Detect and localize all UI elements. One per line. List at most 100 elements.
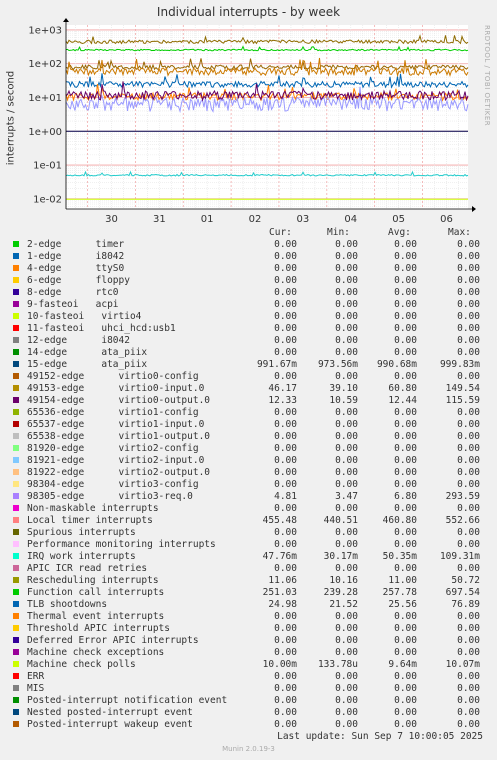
legend-min: 0.00	[335, 419, 358, 430]
legend-row: 9-fasteoi acpi 0.00 0.00 0.00 0.00	[0, 299, 497, 311]
legend-swatch	[13, 541, 19, 547]
legend-row: Function call interrupts 251.03 239.28 257.…	[0, 587, 497, 599]
legend-min: 0.00	[335, 431, 358, 442]
legend-avg: 9.64m	[388, 659, 417, 670]
legend-min: 0.00	[335, 539, 358, 550]
legend-swatch	[13, 265, 19, 271]
legend-cur: 47.76m	[262, 551, 297, 562]
legend-cur: 0.00	[274, 419, 297, 430]
legend-min: 0.00	[335, 311, 358, 322]
legend-name: 4-edge ttyS0	[27, 263, 125, 274]
legend-name: Posted-interrupt wakeup event	[27, 719, 193, 730]
legend-min: 10.16	[329, 575, 358, 586]
legend-avg: 990.68m	[376, 359, 417, 370]
legend-swatch	[13, 649, 19, 655]
legend-max: 0.00	[457, 539, 480, 550]
legend-avg: 0.00	[394, 443, 417, 454]
legend-swatch	[13, 253, 19, 259]
legend-name: Posted-interrupt notification event	[27, 695, 228, 706]
legend-cur: 0.00	[274, 707, 297, 718]
legend-max: 149.54	[445, 383, 480, 394]
legend-avg: 0.00	[394, 563, 417, 574]
legend-max: 76.89	[451, 599, 480, 610]
legend-avg: 0.00	[394, 647, 417, 658]
legend-min: 133.78u	[317, 659, 358, 670]
legend-cur: 0.00	[274, 503, 297, 514]
legend-swatch	[13, 361, 19, 367]
legend-name: Spurious interrupts	[27, 527, 136, 538]
legend-swatch	[13, 685, 19, 691]
legend-min: 0.00	[335, 707, 358, 718]
legend-max: 0.00	[457, 323, 480, 334]
legend-name: 8-edge rtc0	[27, 287, 119, 298]
legend-max: 0.00	[457, 419, 480, 430]
legend-min: 0.00	[335, 299, 358, 310]
legend-cur: 0.00	[274, 371, 297, 382]
legend-swatch	[13, 433, 19, 439]
legend-row: Machine check exceptions 0.00 0.00 0.00 0.00	[0, 647, 497, 659]
legend-row: APIC ICR read retries 0.00 0.00 0.00 0.00	[0, 563, 497, 575]
legend-swatch	[13, 301, 19, 307]
legend-row: Rescheduling interrupts 11.06 10.16 11.00 50…	[0, 575, 497, 587]
legend-min: 0.00	[335, 623, 358, 634]
legend-swatch	[13, 673, 19, 679]
legend-row: 81922-edge virtio2-output.0 0.00 0.00 0.00 0…	[0, 467, 497, 479]
legend-name: 49154-edge virtio0-output.0	[27, 395, 211, 406]
header-avg: Avg:	[388, 227, 411, 238]
legend-max: 0.00	[457, 299, 480, 310]
legend-max: 0.00	[457, 623, 480, 634]
legend-row: 6-edge floppy 0.00 0.00 0.00 0.00	[0, 275, 497, 287]
legend-avg: 460.80	[382, 515, 417, 526]
legend-swatch	[13, 409, 19, 415]
legend-row: 49154-edge virtio0-output.0 12.33 10.59 12.…	[0, 395, 497, 407]
legend-cur: 0.00	[274, 275, 297, 286]
legend-row: 11-fasteoi uhci_hcd:usb1 0.00 0.00 0.00 0.00	[0, 323, 497, 335]
legend-min: 440.51	[323, 515, 358, 526]
legend-cur: 0.00	[274, 407, 297, 418]
legend-avg: 60.80	[388, 383, 417, 394]
legend-cur: 4.81	[274, 491, 297, 502]
legend-min: 0.00	[335, 611, 358, 622]
legend-cur: 0.00	[274, 455, 297, 466]
legend-cur: 991.67m	[256, 359, 297, 370]
legend-row: Posted-interrupt notification event 0.00 0…	[0, 695, 497, 707]
legend-min: 0.00	[335, 263, 358, 274]
legend-swatch	[13, 469, 19, 475]
legend-name: Performance monitoring interrupts	[27, 539, 216, 550]
legend-cur: 0.00	[274, 683, 297, 694]
y-tick-label: 1e-02	[33, 194, 62, 205]
legend-swatch	[13, 445, 19, 451]
legend-max: 115.59	[445, 395, 480, 406]
legend-min: 0.00	[335, 251, 358, 262]
legend-name: Threshold APIC interrupts	[27, 623, 170, 634]
legend-name: 12-edge i8042	[27, 335, 130, 346]
legend-swatch	[13, 505, 19, 511]
y-axis-arrow	[63, 18, 69, 22]
legend-avg: 0.00	[394, 263, 417, 274]
legend-min: 0.00	[335, 563, 358, 574]
legend-swatch	[13, 313, 19, 319]
legend-swatch	[13, 481, 19, 487]
legend-cur: 0.00	[274, 479, 297, 490]
legend-min: 0.00	[335, 683, 358, 694]
legend-name: 81920-edge virtio2-config	[27, 443, 199, 454]
legend-swatch	[13, 493, 19, 499]
legend-cur: 0.00	[274, 287, 297, 298]
legend-swatch	[13, 373, 19, 379]
legend-avg: 0.00	[394, 623, 417, 634]
legend-avg: 0.00	[394, 503, 417, 514]
y-tick-label: 1e+03	[28, 25, 62, 36]
legend-min: 0.00	[335, 695, 358, 706]
legend-swatch	[13, 385, 19, 391]
legend-cur: 0.00	[274, 251, 297, 262]
legend-row: Nested posted-interrupt event 0.00 0.00 0.0…	[0, 707, 497, 719]
legend-name: 15-edge ata_piix	[27, 359, 148, 370]
last-update: Last update: Sun Sep 7 10:00:05 2025	[277, 731, 483, 742]
legend-swatch	[13, 625, 19, 631]
legend-min: 0.00	[335, 671, 358, 682]
legend-row: Spurious interrupts 0.00 0.00 0.00 0.00	[0, 527, 497, 539]
legend-max: 0.00	[457, 527, 480, 538]
legend-max: 0.00	[457, 707, 480, 718]
legend-cur: 0.00	[274, 263, 297, 274]
legend-cur: 0.00	[274, 335, 297, 346]
